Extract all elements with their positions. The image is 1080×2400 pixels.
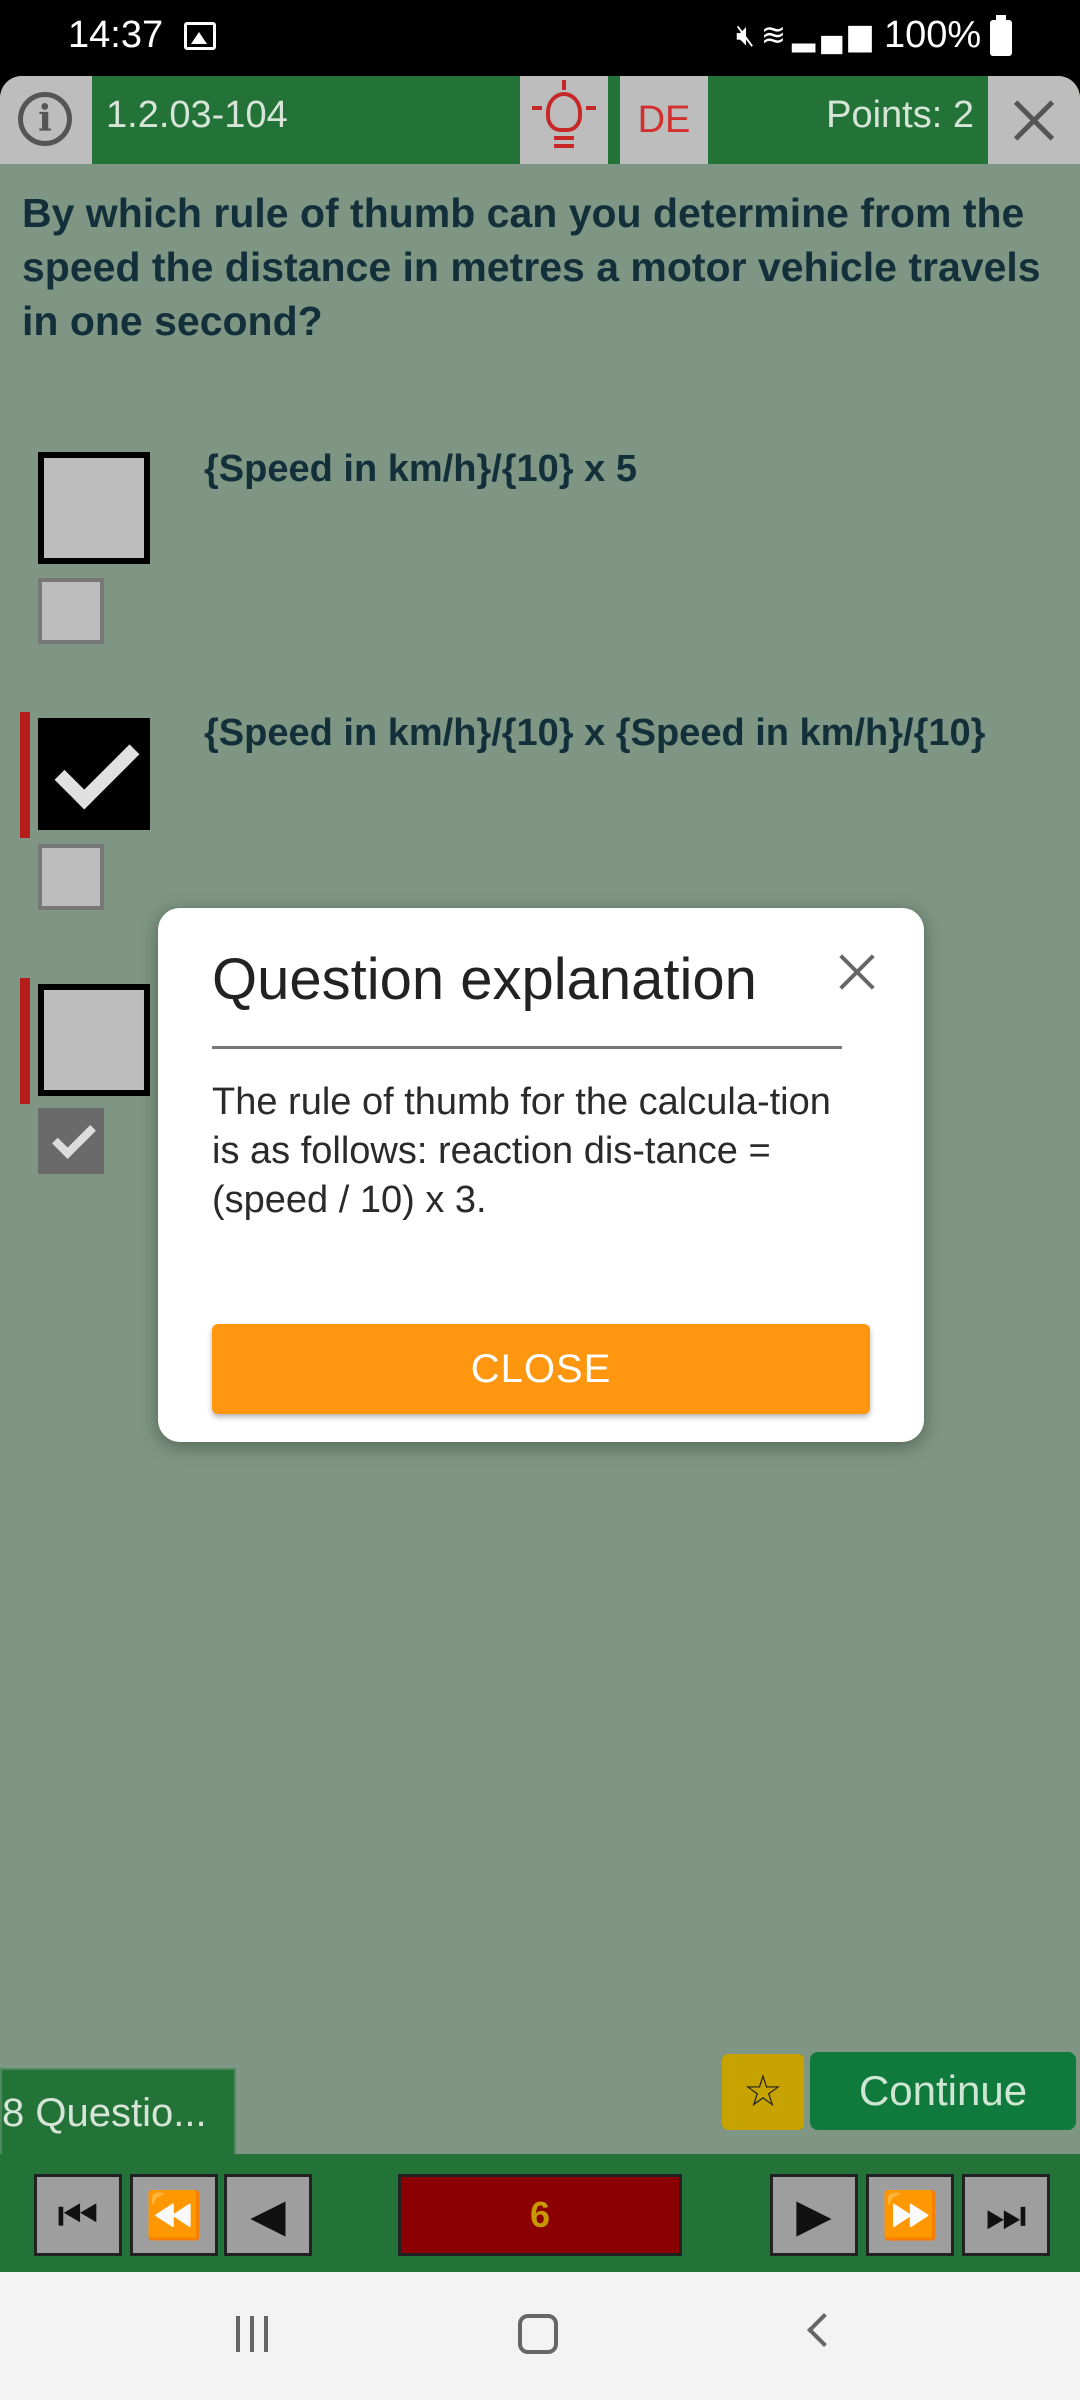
fast-forward-icon: ⏩: [881, 2189, 939, 2241]
bookmark-star-button[interactable]: ☆: [722, 2054, 804, 2130]
previous-icon: ◀: [250, 2189, 286, 2241]
info-button[interactable]: i: [0, 76, 92, 164]
status-time: 14:37: [68, 14, 164, 56]
answer-2-marker: [20, 712, 30, 838]
home-icon[interactable]: [518, 2314, 558, 2354]
skip-last-icon: ⏭: [985, 2189, 1027, 2241]
dialog-close-icon[interactable]: [834, 948, 882, 996]
status-bar: 14:37 🔇︎≋▂▄▆ 100%: [0, 0, 1080, 76]
battery-icon: [990, 15, 1012, 56]
battery-percent: 100%: [884, 14, 982, 56]
question-count-tab[interactable]: 8 Questio...: [0, 2068, 236, 2158]
explanation-dialog: Question explanation The rule of thumb f…: [158, 908, 924, 1442]
next-icon: ▶: [796, 2189, 832, 2241]
next-question-button[interactable]: ▶: [770, 2174, 858, 2256]
answer-1-checkbox[interactable]: [38, 452, 150, 564]
forward-ten-button[interactable]: ⏩: [866, 2174, 954, 2256]
system-navigation-bar: [0, 2272, 1080, 2400]
answer-1-text[interactable]: {Speed in km/h}/{10} x 5: [204, 444, 1024, 494]
dialog-body: The rule of thumb for the calcula-tion i…: [212, 1081, 831, 1221]
question-number-box[interactable]: 6: [398, 2174, 682, 2256]
points-label: Points: 2: [826, 94, 974, 136]
answer-2-checkbox[interactable]: [38, 718, 150, 830]
info-icon: i: [18, 92, 72, 146]
continue-button[interactable]: Continue: [810, 2052, 1076, 2130]
gallery-icon: [184, 22, 216, 50]
back-icon[interactable]: [807, 2313, 841, 2347]
answer-2-text[interactable]: {Speed in km/h}/{10} x {Speed in km/h}/{…: [204, 708, 1024, 758]
dialog-title: Question explanation: [212, 947, 757, 1012]
question-id: 1.2.03-104: [106, 94, 288, 136]
checkmark-icon: [54, 724, 140, 810]
language-button[interactable]: DE: [620, 76, 708, 164]
dialog-close-button[interactable]: CLOSE: [212, 1324, 870, 1414]
back-ten-button[interactable]: ⏪: [130, 2174, 218, 2256]
previous-question-button[interactable]: ◀: [224, 2174, 312, 2256]
answer-2-solution-checkbox: [38, 844, 104, 910]
question-header: i 1.2.03-104 DE Points: 2: [0, 76, 1080, 164]
answer-3-checkbox[interactable]: [38, 984, 150, 1096]
recent-apps-icon[interactable]: [236, 2316, 276, 2352]
answer-3-marker: [20, 978, 30, 1104]
wifi-icon: ≋: [760, 19, 793, 52]
skip-first-icon: ⏮: [57, 2189, 99, 2241]
dialog-divider: [212, 1046, 842, 1049]
last-question-button[interactable]: ⏭: [962, 2174, 1050, 2256]
answer-3-solution-checkbox: [38, 1108, 104, 1174]
rewind-icon: ⏪: [145, 2189, 203, 2241]
answer-1-solution-checkbox: [38, 578, 104, 644]
star-icon: ☆: [743, 2067, 783, 2116]
close-quiz-button[interactable]: [988, 76, 1080, 164]
mute-icon: 🔇︎: [736, 19, 761, 52]
signal-icon: ▂▄▆: [792, 19, 878, 52]
checkmark-icon: [52, 1115, 96, 1159]
question-text: By which rule of thumb can you determine…: [22, 190, 1041, 344]
first-question-button[interactable]: ⏮: [34, 2174, 122, 2256]
status-icons: 🔇︎≋▂▄▆: [736, 18, 877, 53]
hint-button[interactable]: [520, 76, 608, 164]
